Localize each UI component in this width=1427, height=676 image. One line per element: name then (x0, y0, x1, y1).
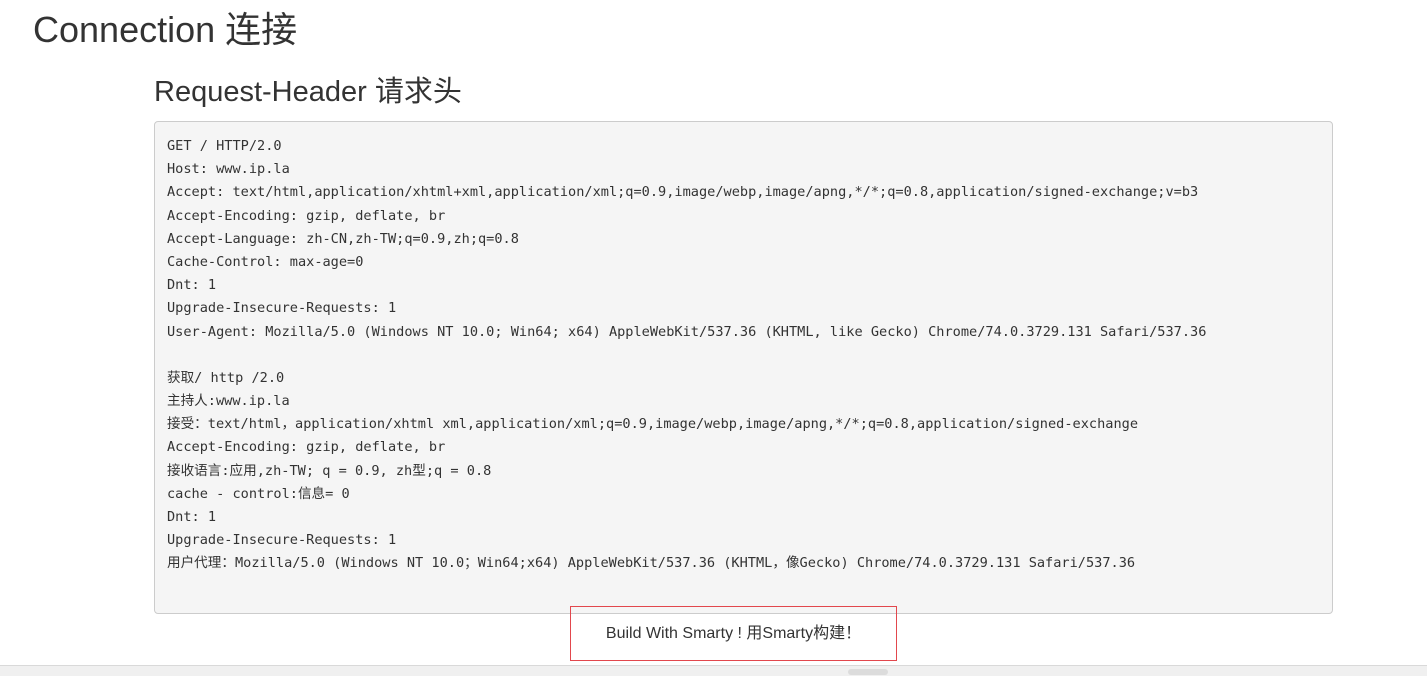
horizontal-scrollbar[interactable] (0, 665, 1427, 676)
header-line: Accept-Encoding: gzip, deflate, br (167, 207, 446, 224)
header-line: 主持人:www.ip.la (167, 393, 290, 410)
header-line: Upgrade-Insecure-Requests: 1 (167, 532, 397, 549)
header-line: Host: www.ip.la (167, 161, 290, 178)
header-line: Upgrade-Insecure-Requests: 1 (167, 300, 397, 317)
subsection-title: Request-Header 请求头 (154, 76, 462, 108)
header-line: Accept-Encoding: gzip, deflate, br (167, 439, 446, 456)
header-line: Accept-Language: zh-CN,zh-TW;q=0.9,zh;q=… (167, 230, 519, 247)
request-header-block: GET / HTTP/2.0 Host: www.ip.la Accept: t… (154, 121, 1333, 614)
header-line: Cache-Control: max-age=0 (167, 253, 364, 270)
header-line: User-Agent: Mozilla/5.0 (Windows NT 10.0… (167, 323, 1207, 340)
header-line: Dnt: 1 (167, 509, 217, 525)
footer-credit: Build With Smarty ! 用Smarty构建！ (570, 606, 897, 661)
header-line: cache - control:信息= 0 (167, 485, 350, 502)
header-line: 接受：text/html，application/xhtml xml,appli… (167, 416, 1138, 433)
header-line: 获取/ http /2.0 (167, 369, 285, 386)
header-line: 接收语言:应用,zh-TW; q = 0.9, zh型;q = 0.8 (167, 462, 492, 479)
section-title: Connection 连接 (33, 9, 298, 50)
header-line: GET / HTTP/2.0 (167, 138, 282, 154)
page: Connection 连接 Request-Header 请求头 GET / H… (0, 0, 1427, 676)
header-line: Dnt: 1 (167, 277, 217, 294)
header-line: Accept: text/html,application/xhtml+xml,… (167, 184, 1199, 201)
scrollbar-thumb[interactable] (848, 669, 888, 675)
header-line: 用户代理：Mozilla/5.0 (Windows NT 10.0；Win64;… (167, 555, 1136, 572)
